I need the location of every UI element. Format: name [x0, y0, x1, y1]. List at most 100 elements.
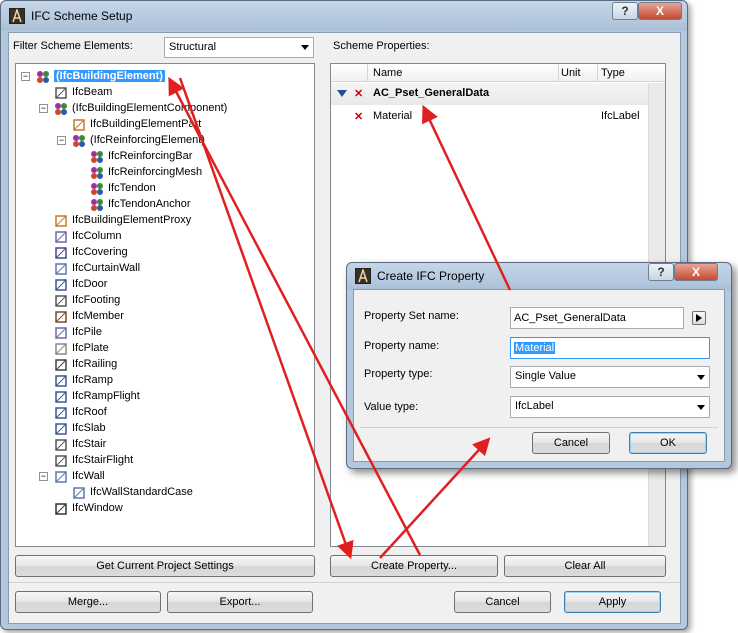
collapse-triangle-icon[interactable]: [337, 90, 347, 98]
merge-button[interactable]: Merge...: [15, 591, 161, 613]
window-icon: [54, 502, 68, 516]
chevron-down-icon: [301, 45, 309, 50]
export-button[interactable]: Export...: [167, 591, 313, 613]
group-icon: [90, 150, 104, 164]
archicad-app-icon: [355, 268, 371, 284]
dialog-client: Property Set name: AC_Pset_GeneralData P…: [353, 289, 725, 462]
wall-icon: [72, 486, 86, 500]
ramp-icon: [54, 374, 68, 388]
tree-item-label: IfcStairFlight: [72, 454, 134, 466]
column-separator: [367, 64, 368, 82]
proxy-icon: [54, 214, 68, 228]
divider: [9, 582, 680, 583]
tree-item-label: IfcMember: [72, 310, 124, 322]
wall-icon: [54, 470, 68, 484]
collapse-toggle-icon[interactable]: −: [39, 472, 48, 481]
group-icon: [72, 134, 86, 148]
cancel-button[interactable]: Cancel: [454, 591, 551, 613]
tree-item-label: IfcColumn: [72, 230, 122, 242]
column-separator: [558, 64, 559, 82]
dialog-ok-button[interactable]: OK: [629, 432, 707, 454]
value-type-dropdown[interactable]: IfcLabel: [510, 396, 710, 418]
column-type[interactable]: Type: [601, 67, 625, 79]
tree-item-label: (IfcBuildingElement): [54, 70, 165, 82]
group-icon: [54, 102, 68, 116]
tree-item-label: IfcRampFlight: [72, 390, 140, 402]
property-type: IfcLabel: [601, 110, 640, 122]
dialog-help-button[interactable]: ?: [648, 263, 674, 281]
chevron-down-icon: [697, 405, 705, 410]
group-icon: [90, 198, 104, 212]
column-name[interactable]: Name: [373, 67, 402, 79]
column-unit[interactable]: Unit: [561, 67, 581, 79]
archicad-app-icon: [9, 8, 25, 24]
window-title: IFC Scheme Setup: [31, 9, 133, 23]
door-icon: [54, 278, 68, 292]
dialog-close-button[interactable]: X: [674, 263, 718, 281]
value-type-label: Value type:: [364, 401, 419, 413]
tree-item-label: (IfcReinforcingElement): [90, 134, 205, 146]
member-icon: [54, 310, 68, 324]
column-separator: [597, 64, 598, 82]
property-type-dropdown[interactable]: Single Value: [510, 366, 710, 388]
collapse-toggle-icon[interactable]: −: [39, 104, 48, 113]
chevron-down-icon: [697, 375, 705, 380]
tree-item-label: IfcRoof: [72, 406, 107, 418]
dialog-title-bar: Create IFC Property ? X: [347, 263, 731, 290]
roof-icon: [54, 406, 68, 420]
tree-item-label: (IfcBuildingElementComponent): [72, 102, 228, 114]
help-button[interactable]: ?: [612, 2, 638, 20]
ramp-flight-icon: [54, 390, 68, 404]
delete-x-icon[interactable]: ✕: [354, 87, 363, 100]
slab-icon: [54, 422, 68, 436]
tree-item-label: IfcRailing: [72, 358, 118, 370]
tree-item-label: IfcStair: [72, 438, 107, 450]
tree-item-label: IfcBuildingElementProxy: [72, 214, 192, 226]
delete-x-icon[interactable]: ✕: [354, 110, 363, 123]
property-name-label: Property name:: [364, 340, 440, 352]
tree-item-label: IfcTendonAnchor: [108, 198, 191, 210]
collapse-toggle-icon[interactable]: −: [21, 72, 30, 81]
pset-name-label: Property Set name:: [364, 310, 459, 322]
scheme-elements-tree[interactable]: − (IfcBuildingElement) IfcBeam − (IfcBuildin…: [15, 63, 315, 547]
footing-icon: [54, 294, 68, 308]
tree-item-label: IfcReinforcingMesh: [108, 166, 203, 178]
pile-icon: [54, 326, 68, 340]
create-ifc-property-dialog: Create IFC Property ? X Property Set nam…: [346, 262, 732, 469]
dialog-cancel-button[interactable]: Cancel: [532, 432, 610, 454]
get-current-project-settings-button[interactable]: Get Current Project Settings: [15, 555, 315, 577]
tree-item-label: IfcSlab: [72, 422, 106, 434]
dialog-divider: [360, 427, 718, 428]
clear-all-button[interactable]: Clear All: [504, 555, 666, 577]
property-row[interactable]: ✕ Material IfcLabel: [331, 107, 649, 125]
tree-item-label: IfcCovering: [72, 246, 128, 258]
title-bar: IFC Scheme Setup ? X: [1, 1, 687, 31]
tree-item-label: IfcBeam: [72, 86, 113, 98]
property-name-field[interactable]: Material: [510, 337, 710, 359]
pset-name-field[interactable]: AC_Pset_GeneralData: [510, 307, 684, 329]
properties-header: Name Unit Type: [331, 64, 665, 82]
property-set-row[interactable]: ✕ AC_Pset_GeneralData: [331, 83, 665, 105]
tree-item-label: IfcWall: [72, 470, 105, 482]
stair-flight-icon: [54, 454, 68, 468]
close-button[interactable]: X: [638, 2, 682, 20]
tree-item-label: IfcTendon: [108, 182, 156, 194]
tree-item-label: IfcFooting: [72, 294, 121, 306]
property-type-label: Property type:: [364, 368, 433, 380]
column-icon: [54, 230, 68, 244]
pset-picker-button[interactable]: [692, 311, 706, 325]
filter-dropdown[interactable]: Structural: [164, 37, 314, 58]
group-icon: [36, 70, 50, 84]
group-icon: [90, 166, 104, 180]
tree-item-label: IfcBuildingElementPart: [90, 118, 202, 130]
curtain-wall-icon: [54, 262, 68, 276]
collapse-toggle-icon[interactable]: −: [57, 136, 66, 145]
group-icon: [90, 182, 104, 196]
create-property-button[interactable]: Create Property...: [330, 555, 498, 577]
tree-item-label: IfcPlate: [72, 342, 109, 354]
tree-item-label: IfcWindow: [72, 502, 123, 514]
railing-icon: [54, 358, 68, 372]
value-type-value: IfcLabel: [515, 400, 554, 412]
apply-button[interactable]: Apply: [564, 591, 661, 613]
plate-icon: [54, 342, 68, 356]
